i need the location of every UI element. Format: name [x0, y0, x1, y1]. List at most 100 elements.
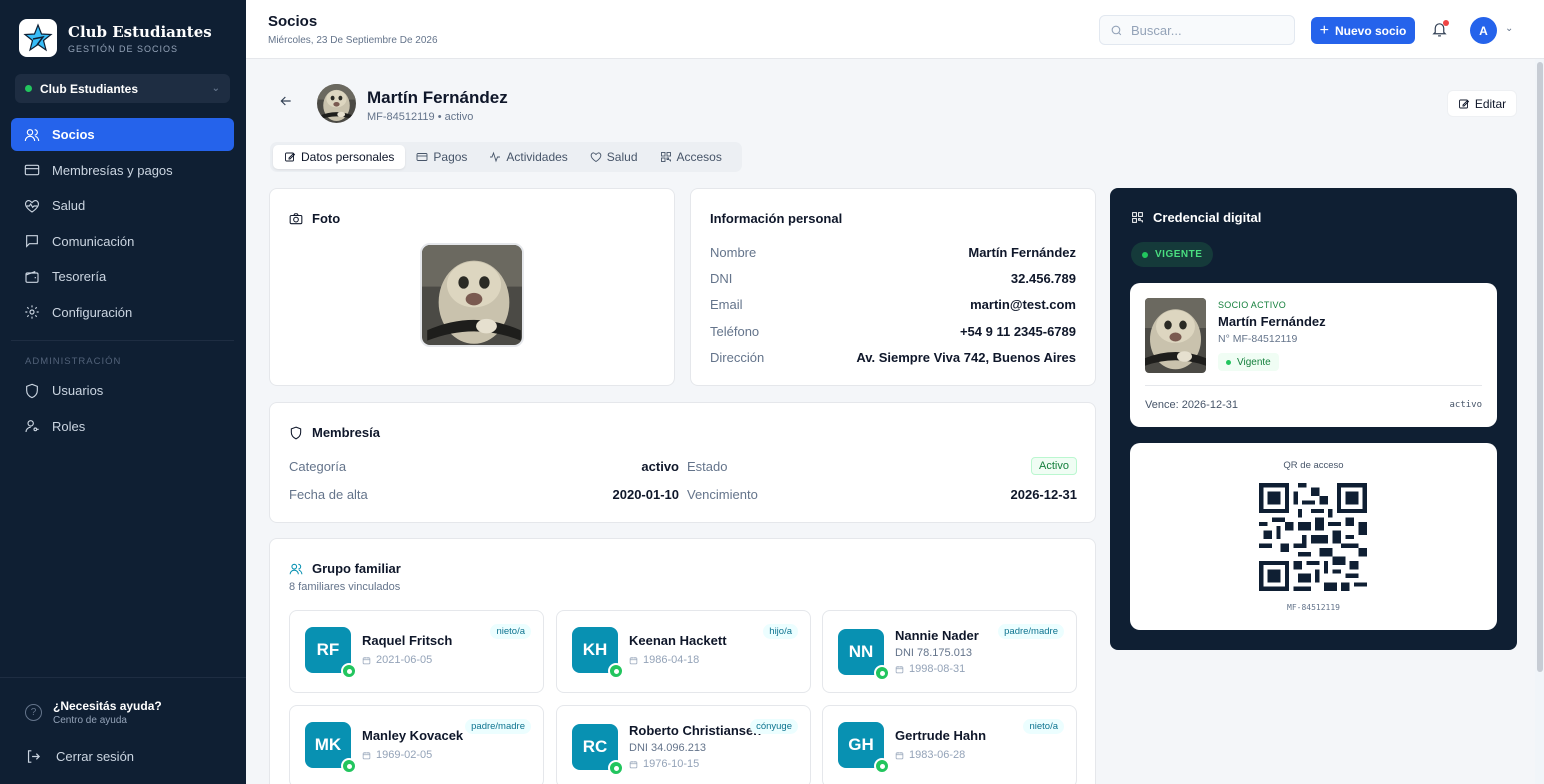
credential-status-badge: VIGENTE — [1131, 242, 1214, 267]
member-photo[interactable] — [420, 243, 524, 347]
scrollbar-thumb[interactable] — [1537, 62, 1543, 672]
users-icon — [24, 128, 40, 141]
logout-button[interactable]: Cerrar sesión — [25, 748, 134, 765]
info-value: Av. Siempre Viva 742, Buenos Aires — [856, 350, 1076, 365]
sidebar-item-salud[interactable]: Salud — [11, 189, 234, 222]
relation-badge: nieto/a — [1023, 719, 1064, 734]
calendar-icon — [895, 751, 904, 759]
family-member-card[interactable]: KH Keenan Hackett 1986-04-18 hijo/a — [556, 610, 811, 693]
member-photo-image — [422, 245, 524, 347]
info-row-dni: DNI 32.456.789 — [710, 271, 1076, 286]
tab-accesos[interactable]: Accesos — [649, 145, 733, 169]
id-card-state: activo — [1449, 400, 1482, 410]
search-icon — [1111, 25, 1122, 35]
id-card-number: N° MF-84512119 — [1218, 333, 1298, 345]
shield-icon — [26, 383, 38, 398]
status-dot — [608, 760, 624, 776]
sidebar-item-membresias[interactable]: Membresías y pagos — [11, 154, 234, 187]
user-avatar[interactable]: A — [1470, 17, 1497, 44]
notifications-button[interactable] — [1431, 20, 1449, 38]
family-member-avatar: KH — [572, 627, 624, 679]
family-member-card[interactable]: RC Roberto Christiansen DNI 34.096.213 1… — [556, 705, 811, 784]
tab-pagos[interactable]: Pagos — [405, 145, 478, 169]
search-input[interactable] — [1131, 22, 1281, 38]
tab-actividades[interactable]: Actividades — [478, 145, 578, 169]
help-link[interactable]: ? ¿Necesitás ayuda? Centro de ayuda — [25, 699, 162, 726]
sidebar-item-label: Usuarios — [52, 383, 104, 398]
club-selector[interactable]: Club Estudiantes ⌄ — [15, 74, 230, 103]
top-bar: Socios Miércoles, 23 De Septiembre De 20… — [246, 0, 1544, 59]
user-key-icon — [25, 420, 39, 433]
status-badge: Activo — [1031, 457, 1077, 475]
credential-status-text: VIGENTE — [1155, 249, 1203, 260]
sidebar-item-socios[interactable]: Socios — [11, 118, 234, 151]
family-member-name: Gertrude Hahn — [895, 728, 987, 743]
arrow-left-icon — [280, 96, 291, 106]
family-title: Grupo familiar — [289, 561, 401, 576]
membership-title-text: Membresía — [312, 425, 380, 440]
sidebar-item-label: Roles — [52, 418, 86, 434]
sidebar-item-configuracion[interactable]: Configuración — [11, 296, 234, 329]
member-photo-image — [1145, 298, 1206, 373]
brand-name: Club Estudiantes — [68, 22, 212, 41]
sidebar-item-usuarios[interactable]: Usuarios — [11, 374, 234, 407]
sidebar-item-comunicacion[interactable]: Comunicación — [11, 225, 234, 258]
family-member-card[interactable]: MK Manley Kovacek 1969-02-05 padre/madre — [289, 705, 544, 784]
qr-access-card: QR de acceso MF-84512119 — [1130, 443, 1497, 630]
sidebar-item-tesoreria[interactable]: Tesorería — [11, 260, 234, 293]
page-title: Socios — [268, 13, 318, 30]
family-member-avatar: MK — [305, 722, 357, 774]
star-logo-icon — [23, 23, 53, 52]
info-label: Email — [710, 297, 743, 312]
family-member-card[interactable]: NN Nannie Nader DNI 78.175.013 1998-08-3… — [822, 610, 1077, 693]
family-member-name: Manley Kovacek — [362, 728, 464, 743]
info-row-direccion: Dirección Av. Siempre Viva 742, Buenos A… — [710, 350, 1076, 365]
back-button[interactable] — [278, 93, 298, 113]
search-box[interactable] — [1099, 15, 1295, 45]
info-row-email: Email martin@test.com — [710, 297, 1076, 312]
brand[interactable]: Club Estudiantes GESTIÓN DE SOCIOS — [19, 19, 212, 57]
shield-icon — [290, 426, 302, 439]
family-member-name: Keenan Hackett — [629, 633, 727, 648]
id-card-divider — [1145, 385, 1482, 386]
credit-card-icon — [24, 164, 40, 176]
birthdate-text: 2021-06-05 — [376, 654, 433, 666]
users-icon — [289, 563, 303, 574]
edit-button[interactable]: Editar — [1447, 90, 1517, 117]
help-title: ¿Necesitás ayuda? — [53, 699, 162, 713]
id-card-photo — [1145, 298, 1206, 373]
membership-expiry-row: Vencimiento 2026-12-31 — [687, 487, 1077, 502]
qr-code-image[interactable] — [1259, 483, 1367, 591]
notification-dot — [1443, 20, 1449, 26]
page-date: Miércoles, 23 De Septiembre De 2026 — [268, 35, 438, 46]
sidebar-item-roles[interactable]: Roles — [11, 410, 234, 443]
qr-code-text: MF-84512119 — [1287, 603, 1340, 612]
new-member-button[interactable]: + Nuevo socio — [1311, 17, 1415, 44]
info-label: DNI — [710, 271, 733, 286]
camera-icon — [289, 212, 303, 224]
family-member-card[interactable]: RF Raquel Fritsch 2021-06-05 nieto/a — [289, 610, 544, 693]
family-member-birthdate: 1969-02-05 — [362, 749, 432, 761]
calendar-icon — [362, 751, 371, 759]
info-value: 2020-01-10 — [612, 487, 680, 502]
digital-credential-panel: Credencial digital VIGENTE SOCIO ACTIVO … — [1110, 188, 1517, 650]
tab-salud[interactable]: Salud — [579, 145, 649, 169]
help-subtitle: Centro de ayuda — [53, 715, 127, 726]
family-member-avatar: NN — [838, 629, 890, 681]
calendar-icon — [895, 665, 904, 673]
info-value: +54 9 11 2345-6789 — [959, 324, 1076, 339]
sidebar-item-label: Salud — [52, 198, 86, 213]
member-id-card: SOCIO ACTIVO Martín Fernández N° MF-8451… — [1130, 283, 1497, 427]
wallet-icon — [25, 270, 39, 283]
family-member-card[interactable]: GH Gertrude Hahn 1983-06-28 nieto/a — [822, 705, 1077, 784]
chevron-down-icon[interactable]: ⌄ — [1505, 23, 1513, 34]
edit-label: Editar — [1474, 96, 1507, 111]
avatar-initials: KH — [582, 640, 608, 659]
avatar-initials: RF — [316, 640, 340, 659]
info-value: martin@test.com — [970, 297, 1076, 312]
relation-badge: padre/madre — [998, 624, 1064, 639]
avatar-initials: NN — [848, 642, 874, 661]
tab-datos-personales[interactable]: Datos personales — [273, 145, 406, 169]
calendar-icon — [629, 656, 638, 664]
membership-category-row: Categoría activo — [289, 459, 679, 474]
